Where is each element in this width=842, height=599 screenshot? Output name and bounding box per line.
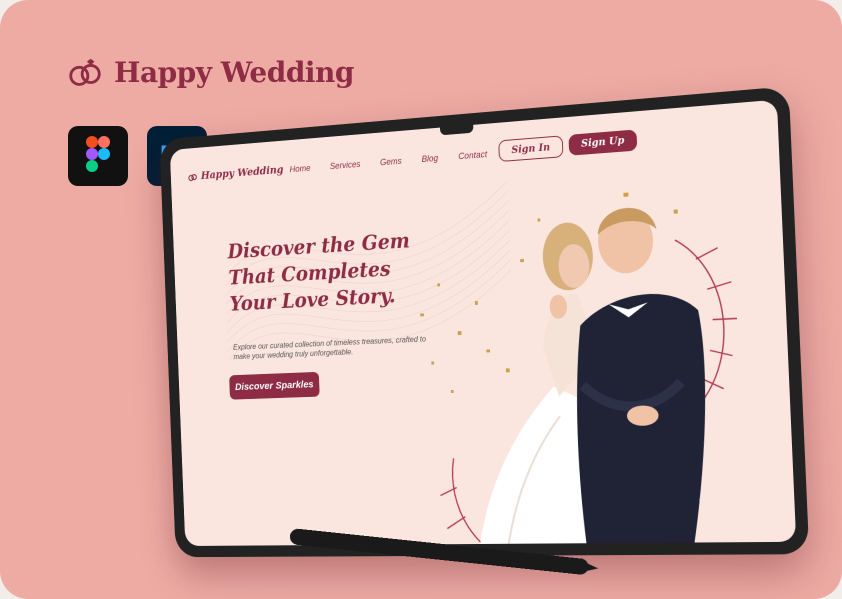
figma-icon	[68, 126, 128, 186]
tablet-screen: Happy Wedding Home Services Gems Blog Co…	[169, 99, 797, 547]
nav-gems[interactable]: Gems	[380, 156, 402, 167]
nav-blog[interactable]: Blog	[421, 153, 438, 164]
rings-icon	[69, 58, 101, 86]
nav-home[interactable]: Home	[289, 163, 310, 174]
tablet-device: Happy Wedding Home Services Gems Blog Co…	[159, 86, 810, 558]
wedding-couple-photo	[420, 192, 796, 547]
brand-title: Happy Wedding	[114, 56, 354, 89]
brand-header: Happy Wedding	[66, 56, 354, 89]
canvas: Happy Wedding Ps	[0, 0, 842, 599]
rings-icon-small	[187, 171, 197, 181]
camera-notch	[440, 124, 474, 136]
discover-sparkles-button[interactable]: Discover Sparkles	[229, 371, 320, 400]
